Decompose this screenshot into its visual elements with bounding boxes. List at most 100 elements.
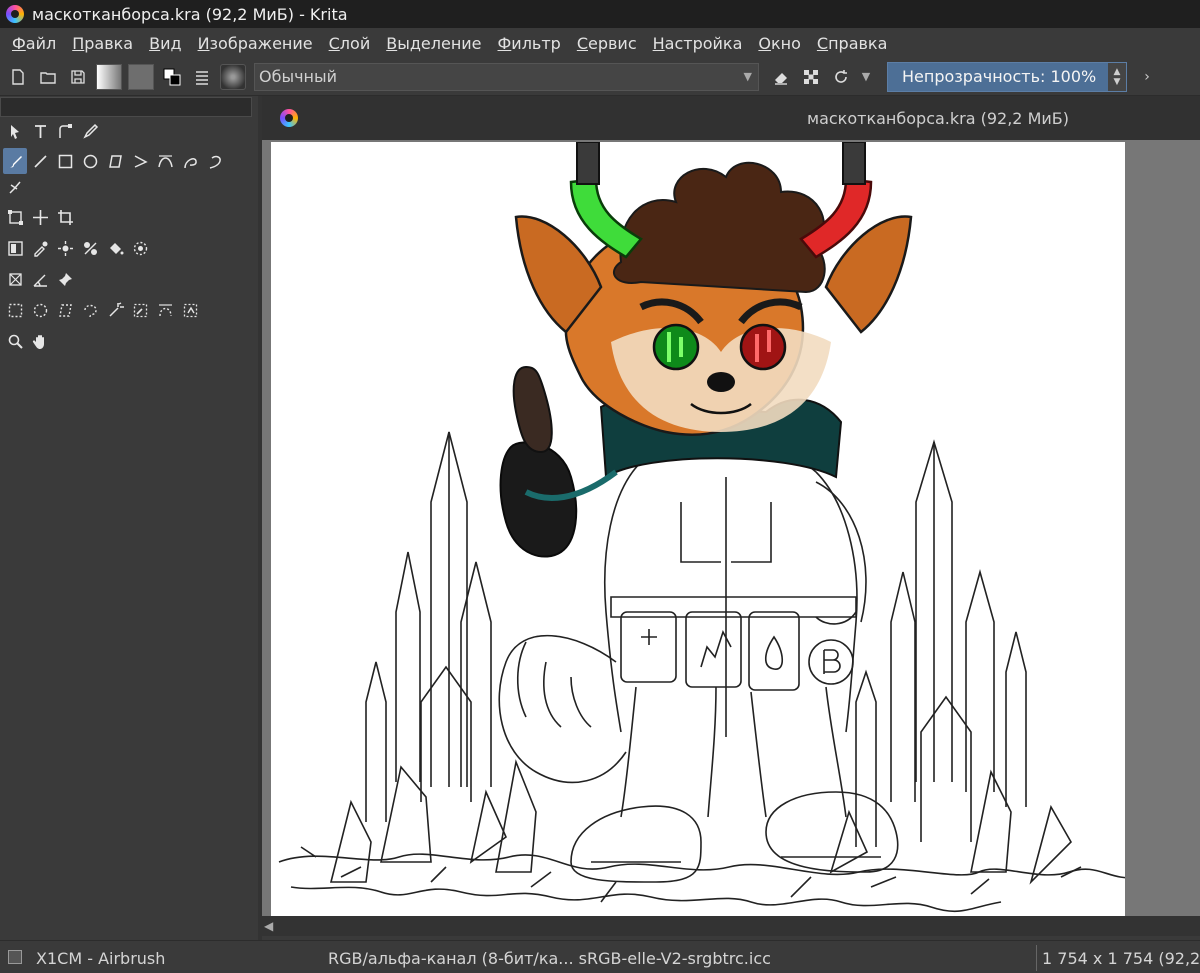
pan-tool-icon[interactable] — [28, 328, 52, 354]
menu-item-9[interactable]: Окно — [750, 34, 809, 53]
magnetic-selection-icon[interactable] — [178, 297, 202, 323]
new-document-icon[interactable] — [6, 65, 30, 89]
menu-item-10[interactable]: Справка — [809, 34, 896, 53]
menu-mnemonic: П — [72, 34, 84, 53]
menu-label-rest: ид — [160, 34, 181, 53]
foreground-background-color-icon[interactable] — [160, 65, 184, 89]
elliptical-selection-icon[interactable] — [28, 297, 52, 323]
edit-shapes-icon[interactable] — [53, 118, 77, 144]
colorize-mask-icon[interactable] — [78, 235, 102, 261]
brush-settings-icon[interactable] — [190, 65, 214, 89]
menu-item-0[interactable]: Файл — [4, 34, 64, 53]
rectangular-selection-icon[interactable] — [3, 297, 27, 323]
save-icon[interactable] — [66, 65, 90, 89]
menu-item-2[interactable]: Вид — [141, 34, 189, 53]
crop-tool-icon[interactable] — [53, 204, 77, 230]
current-brush-label: X1CM - Airbrush — [36, 949, 165, 968]
opacity-spinner[interactable]: ▲▼ — [1108, 63, 1126, 91]
similar-color-selection-icon[interactable] — [128, 297, 152, 323]
document-tab-title: маскотканборса.kra (92,2 МиБ) — [807, 109, 1069, 128]
freehand-selection-icon[interactable] — [78, 297, 102, 323]
menu-label-rest: айл — [26, 34, 56, 53]
fill-bucket-icon[interactable] — [103, 235, 127, 261]
menu-item-1[interactable]: Правка — [64, 34, 141, 53]
menu-label-rest: ыделение — [397, 34, 481, 53]
opacity-slider[interactable]: Непрозрачность: 100% ▲▼ — [887, 62, 1127, 92]
document-tab[interactable]: маскотканборса.kra (92,2 МиБ) — [262, 96, 1200, 140]
menu-label-rest: ервис — [588, 34, 637, 53]
polyline-tool-icon[interactable] — [128, 148, 152, 174]
brush-preset-swatch[interactable] — [220, 64, 246, 90]
open-folder-icon[interactable] — [36, 65, 60, 89]
image-size-label: 1 754 x 1 754 (92,2 M — [1042, 949, 1200, 968]
menu-mnemonic: С — [577, 34, 588, 53]
multibrush-icon[interactable] — [3, 174, 27, 200]
menu-label-rest: правка — [828, 34, 887, 53]
reference-images-icon[interactable] — [53, 266, 77, 292]
pattern-preset-swatch[interactable] — [128, 64, 154, 90]
menu-mnemonic: И — [198, 34, 210, 53]
blend-mode-value: Обычный — [259, 67, 337, 86]
mascot-artwork — [271, 142, 1125, 916]
polygonal-selection-icon[interactable] — [53, 297, 77, 323]
menu-mnemonic: В — [149, 34, 160, 53]
menu-mnemonic: Н — [653, 34, 665, 53]
main-toolbar: Обычный ▼ ▼ Непрозрачность: 100% ▲▼ › — [0, 58, 1200, 96]
freehand-brush-icon[interactable] — [3, 148, 27, 174]
docker-title-field — [0, 97, 252, 117]
menu-item-6[interactable]: Фильтр — [490, 34, 569, 53]
menu-mnemonic: Ф — [498, 34, 512, 53]
menu-item-4[interactable]: Слой — [321, 34, 379, 53]
canvas-viewport[interactable] — [262, 140, 1200, 916]
select-shapes-icon[interactable] — [3, 118, 27, 144]
menu-mnemonic: С — [329, 34, 340, 53]
transform-tool-icon[interactable] — [3, 204, 27, 230]
scroll-left-icon[interactable]: ◀ — [264, 919, 273, 933]
blend-mode-select[interactable]: Обычный ▼ — [254, 63, 759, 91]
opacity-label: Непрозрачность: 100% — [902, 67, 1096, 86]
assistant-tool-icon[interactable] — [3, 266, 27, 292]
dynamic-brush-icon[interactable] — [203, 148, 227, 174]
menu-mnemonic: О — [758, 34, 771, 53]
calligraphy-icon[interactable] — [78, 118, 102, 144]
menu-item-3[interactable]: Изображение — [190, 34, 321, 53]
text-tool-icon[interactable] — [28, 118, 52, 144]
window-title: маскотканборса.kra (92,2 МиБ) - Krita — [32, 5, 348, 24]
gradient-preset-swatch[interactable] — [96, 64, 122, 90]
menu-mnemonic: С — [817, 34, 828, 53]
ellipse-tool-icon[interactable] — [78, 148, 102, 174]
chevron-down-icon: ▼ — [744, 70, 752, 83]
measure-tool-icon[interactable] — [28, 266, 52, 292]
menu-label-rest: равка — [84, 34, 133, 53]
zoom-tool-icon[interactable] — [3, 328, 27, 354]
line-tool-icon[interactable] — [28, 148, 52, 174]
freehand-path-icon[interactable] — [178, 148, 202, 174]
image-canvas[interactable] — [271, 142, 1125, 916]
more-options-icon[interactable]: › — [1135, 65, 1159, 89]
chevron-down-icon[interactable]: ▼ — [859, 65, 873, 89]
eraser-icon[interactable] — [769, 65, 793, 89]
color-space-label: RGB/альфа-канал (8-бит/ка... sRGB-elle-V… — [328, 949, 771, 968]
canvas-area: маскотканборса.kra (92,2 МиБ) — [262, 96, 1200, 940]
menu-mnemonic: В — [386, 34, 397, 53]
horizontal-scrollbar[interactable]: ◀ — [262, 916, 1200, 936]
menu-label-rest: кно — [771, 34, 801, 53]
bezier-selection-icon[interactable] — [153, 297, 177, 323]
bezier-curve-icon[interactable] — [153, 148, 177, 174]
menu-item-5[interactable]: Выделение — [378, 34, 489, 53]
color-picker-icon[interactable] — [28, 235, 52, 261]
move-tool-icon[interactable] — [28, 204, 52, 230]
menu-bar: ФайлПравкаВидИзображениеСлойВыделениеФил… — [0, 28, 1200, 58]
menu-item-7[interactable]: Сервис — [569, 34, 645, 53]
status-divider — [1036, 945, 1037, 971]
reload-preset-icon[interactable] — [829, 65, 853, 89]
gradient-tool-icon[interactable] — [3, 235, 27, 261]
contiguous-selection-icon[interactable] — [103, 297, 127, 323]
menu-item-8[interactable]: Настройка — [645, 34, 751, 53]
rectangle-tool-icon[interactable] — [53, 148, 77, 174]
smart-patch-icon[interactable] — [53, 235, 77, 261]
polygon-tool-icon[interactable] — [103, 148, 127, 174]
toolbox-docker — [0, 96, 258, 940]
enclose-fill-icon[interactable] — [128, 235, 152, 261]
preserve-alpha-icon[interactable] — [799, 65, 823, 89]
